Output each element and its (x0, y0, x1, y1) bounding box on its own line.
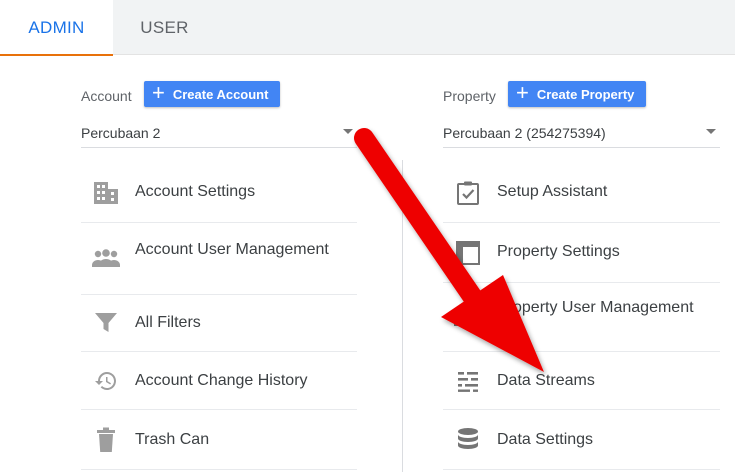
create-property-button[interactable]: + Create Property (508, 80, 647, 107)
setup-assistant-item[interactable]: Setup Assistant (443, 163, 720, 223)
property-settings-item[interactable]: Property Settings (443, 223, 720, 283)
plus-icon: + (516, 80, 529, 105)
database-icon (453, 425, 483, 455)
all-filters-label: All Filters (135, 314, 201, 331)
trash-icon (91, 425, 121, 455)
trash-can-label: Trash Can (135, 431, 210, 448)
account-change-history-label: Account Change History (135, 372, 308, 389)
account-settings-item[interactable]: Account Settings (81, 163, 357, 223)
data-streams-label: Data Streams (497, 372, 595, 389)
account-user-management-item[interactable]: Account User Management (81, 223, 357, 295)
data-settings-label: Data Settings (497, 431, 594, 448)
layout-icon (453, 238, 483, 268)
all-filters-item[interactable]: All Filters (81, 295, 357, 352)
account-settings-label: Account Settings (135, 183, 256, 200)
property-label: Property (443, 88, 496, 104)
property-user-management-item[interactable]: Property User Management (443, 283, 720, 352)
create-account-button[interactable]: + Create Account (144, 80, 281, 107)
column-divider (402, 160, 403, 472)
tab-admin[interactable]: ADMIN (0, 0, 113, 56)
trash-can-item[interactable]: Trash Can (81, 410, 357, 470)
tab-user[interactable]: USER (113, 0, 216, 55)
create-account-label: Create Account (172, 86, 269, 102)
history-icon (91, 366, 121, 396)
streams-icon (453, 366, 483, 396)
setup-assistant-label: Setup Assistant (497, 183, 608, 200)
data-streams-item[interactable]: Data Streams (443, 352, 720, 410)
property-selector[interactable]: Percubaan 2 (254275394) (443, 118, 720, 148)
checklist-icon (453, 178, 483, 208)
filter-icon (91, 308, 121, 338)
property-user-management-label: Property User Management (497, 299, 694, 316)
property-selected-value: Percubaan 2 (254275394) (443, 124, 606, 141)
people-icon (453, 303, 483, 333)
tab-admin-label: ADMIN (28, 17, 85, 37)
tab-bar: ADMIN USER (0, 0, 735, 56)
dropdown-caret-icon (343, 129, 353, 134)
active-tab-indicator (0, 54, 113, 56)
people-icon (91, 244, 121, 274)
property-settings-label: Property Settings (497, 243, 620, 260)
building-icon (91, 178, 121, 208)
data-settings-item[interactable]: Data Settings (443, 410, 720, 470)
create-property-label: Create Property (536, 86, 635, 102)
account-label: Account (81, 88, 132, 104)
account-change-history-item[interactable]: Account Change History (81, 352, 357, 410)
dropdown-caret-icon (706, 129, 716, 134)
account-selector[interactable]: Percubaan 2 (81, 118, 357, 148)
tab-user-label: USER (140, 17, 189, 37)
account-user-management-label: Account User Management (135, 241, 329, 258)
account-selected-value: Percubaan 2 (81, 124, 161, 141)
plus-icon: + (152, 80, 165, 105)
